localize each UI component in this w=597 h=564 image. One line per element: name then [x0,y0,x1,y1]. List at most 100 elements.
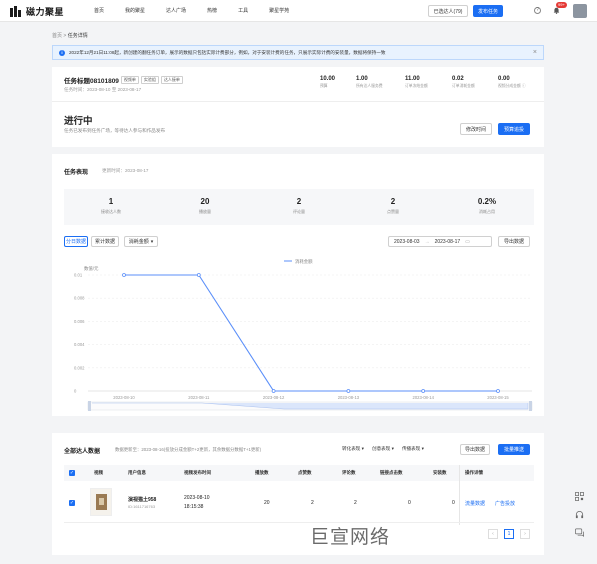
cell-installs: 0 [452,500,455,506]
data-point [122,273,126,277]
col-user: 用户信息 [128,470,146,475]
consumption-line-chart: 消耗金额数值/元0.01 0.008 0.006 0.004 0.002 0 2023-08… [74,258,533,411]
y-tick-label: 0 [74,389,77,394]
creators-update-note: 数据更新至：2023-08-16(投放分成金额T+2更新，其余数据分数据T+1更… [115,447,262,452]
stat-label: 播放量 [199,209,211,214]
batch-push-button[interactable]: 批量推送 [498,444,530,455]
task-time-label: 任务时间： [64,87,87,92]
stat-value: 2 [390,197,396,206]
x-tick-label: 2023-08-14 [412,395,434,400]
nav-home[interactable]: 首页 [94,7,104,14]
col-likes: 点赞数 [298,470,312,475]
avatar[interactable] [573,4,587,18]
qrcode-icon[interactable] [575,492,584,501]
metric-frozen: 11.00 订单冻结金额 [405,76,428,89]
ad-delivery-link[interactable]: 广告投放 [495,500,515,507]
y-tick-label: 0.008 [74,296,85,301]
budget-add-button[interactable]: 预算追投 [498,123,530,135]
col-clicks: 链接点击数 [380,470,403,475]
x-tick-label: 2023-08-10 [113,395,135,400]
data-point [496,389,500,393]
date-separator: → [424,238,430,245]
y-axis-label: 数值/元 [84,265,99,272]
row-checkbox[interactable]: ✓ [69,500,75,506]
stat-label: 评论量 [293,209,305,214]
selected-creators-button[interactable]: 已选达人(79) [428,5,468,17]
breadcrumb-home[interactable]: 首页 [52,33,62,39]
date-range-picker[interactable]: 2023-08-03 → 2023-08-17 ▭ [388,236,492,247]
publish-time: 18:15:38 [184,504,204,510]
next-page-button[interactable]: › [520,529,530,539]
stats-strip: 1 接收达人数 20 播放量 2 评论量 2 点赞量 0.2% 消耗占用 [64,189,534,225]
modify-time-button[interactable]: 修改时间 [460,123,492,135]
nav-tools[interactable]: 工具 [238,7,248,14]
top-bar: 磁力聚星 首页 我的聚星 达人广场 热榜 工具 聚星学苑 已选达人(79) 发布… [0,0,597,22]
tab-cumulative[interactable]: 累计数据 [91,236,119,247]
col-comments: 评论数 [342,470,356,475]
brand-logo[interactable]: 磁力聚星 [10,5,64,18]
main-nav: 首页 我的聚星 达人广场 热榜 工具 聚星学苑 [94,7,310,14]
publish-date: 2023-08-10 [184,495,210,501]
select-all-checkbox[interactable]: ✓ [69,470,75,476]
x-tick-label: 2023-08-15 [487,395,509,400]
task-tag: 达人接单 [160,76,183,84]
filter-spread[interactable]: 传播表现 ▾ [402,446,424,452]
cell-comments: 2 [354,500,357,506]
stat-value: 1 [108,197,114,206]
filter-creative[interactable]: 创意表现 ▾ [372,446,394,452]
user-name[interactable]: 演视猫土958 [128,496,156,503]
col-actions: 操作详情 [465,470,483,475]
date-start: 2023-08-03 [394,238,420,245]
metric-select[interactable]: 消耗金额 ▾ [124,236,158,247]
metric-service-fee: 1.00 所有达人服务费 [356,76,383,89]
export-chart-button[interactable]: 导出数据 [498,236,530,247]
export-creators-button[interactable]: 导出数据 [460,444,490,455]
x-tick-label: 2023-08-12 [263,395,285,400]
bell-icon[interactable] [553,7,560,14]
watermark: 巨宣网络 [310,526,391,548]
task-tag: 实验组 [140,76,159,84]
traffic-data-link[interactable]: 流量数据 [465,500,485,507]
metric-label: 所有达人服务费 [356,84,383,88]
headset-icon[interactable] [575,510,584,519]
metric-select-value: 消耗金额 [128,239,149,245]
prev-page-button[interactable]: ‹ [488,529,498,539]
logo-icon [10,5,24,18]
performance-title: 任务表现 [64,170,89,176]
status-title: 进行中 [64,116,93,127]
nav-academy[interactable]: 聚星学苑 [269,7,289,14]
task-title: 任务标题08101809 [64,78,119,85]
metric-value: 0.02 [452,76,464,82]
help-icon[interactable]: ? [534,7,541,14]
metric-label: 视频分成金额 ⓘ [498,84,526,88]
data-point [346,389,351,393]
y-tick-label: 0.006 [74,319,85,324]
nav-plaza[interactable]: 达人广场 [166,7,186,14]
metric-value: 0.00 [498,76,510,82]
publish-task-button[interactable]: 发布任务 [473,5,503,17]
tab-daily[interactable]: 分日数据 [64,236,88,247]
performance-update: 更新时间：2023-08-17 [102,168,149,173]
notification-badge: 99+ [556,2,567,8]
filter-conversion[interactable]: 转化表现 ▾ [342,446,364,452]
y-tick-label: 0.004 [74,342,85,347]
metric-value: 1.00 [356,76,368,82]
col-plays: 播放数 [255,470,269,475]
y-tick-label: 0.002 [74,365,85,370]
metric-label: 订单消耗金额 [452,84,475,88]
creators-title: 全部达人数据 [64,449,101,455]
chat-icon[interactable] [575,528,584,537]
brand-name: 磁力聚星 [26,7,65,17]
nav-my[interactable]: 我的聚星 [125,7,145,14]
breadcrumb: 首页 > 任务详情 [52,32,88,39]
data-point [196,273,201,277]
stat-label: 接收达人数 [101,209,121,214]
video-thumbnail[interactable] [90,488,112,516]
divider [52,101,544,102]
metric-budget: 10.00 预算 [320,76,335,89]
zoom-handle-right [529,401,532,411]
series-line [124,274,498,392]
page-number[interactable]: 1 [504,529,514,539]
close-icon[interactable]: × [533,49,537,56]
nav-hot[interactable]: 热榜 [207,7,217,14]
